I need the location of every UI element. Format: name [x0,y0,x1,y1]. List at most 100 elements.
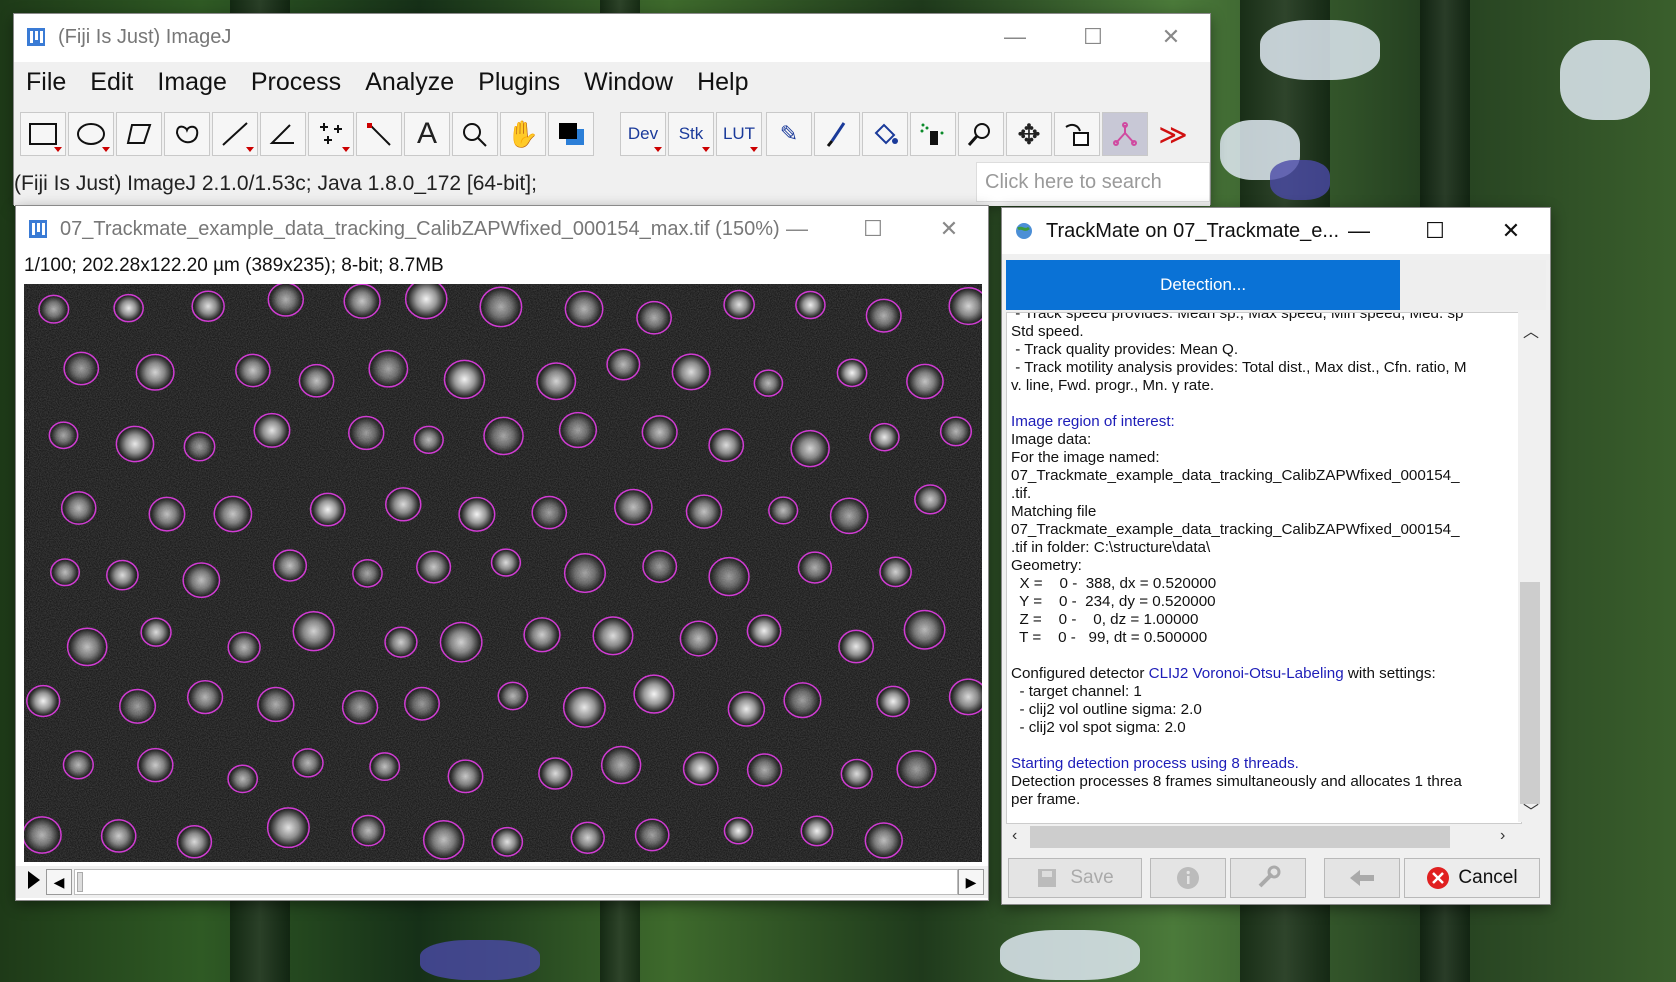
multipoint-tool-icon[interactable] [308,112,354,156]
stack-navigation: ◀ ▶ [16,866,988,898]
scroll-left-icon[interactable]: ◀ [46,869,72,895]
move-tool-icon[interactable]: ✥ [1006,112,1052,156]
detector-name: CLIJ2 Voronoi-Otsu-Labeling [1148,665,1344,682]
nucleus [573,823,603,853]
log-line: T = 0 - 99, dt = 0.500000 [1011,629,1208,646]
close-button[interactable]: ✕ [1132,14,1210,60]
polygon-tool-icon[interactable] [116,112,162,156]
nucleus [832,499,866,533]
nucleus [118,427,152,461]
nucleus [906,611,943,648]
trackmate-titlebar: TrackMate on 07_Trackmate_e... — ☐ ✕ [1002,208,1550,254]
menu-image[interactable]: Image [145,68,238,97]
fiji-icon [27,28,45,46]
log-vertical-scrollbar[interactable]: ︿ ﹀ [1518,312,1542,822]
trackmate-tool-icon[interactable] [1102,112,1148,156]
search-input[interactable] [977,163,1209,201]
close-button[interactable]: ✕ [910,206,988,252]
status-text: (Fiji Is Just) ImageJ 2.1.0/1.53c; Java … [14,172,537,195]
line-tool-icon[interactable] [212,112,258,156]
menu-help[interactable]: Help [685,68,760,97]
spray-can-tool-icon[interactable] [910,112,956,156]
save-icon [1038,869,1057,887]
pencil-tool-icon[interactable]: ✎ [766,112,812,156]
nucleus [270,284,302,316]
menu-file[interactable]: File [14,68,78,97]
scroll-right-icon[interactable]: ▶ [958,869,984,895]
wrench-icon [1258,865,1281,888]
scroll-right-icon[interactable]: › [1500,827,1505,845]
nucleus [942,418,970,445]
nucleus [371,351,406,386]
menu-plugins[interactable]: Plugins [466,68,572,97]
more-tools-icon[interactable]: ≫ [1150,112,1196,156]
rectangle-tool-icon[interactable] [20,112,66,156]
close-button[interactable]: ✕ [1472,208,1550,254]
nucleus [350,417,382,449]
settings-button[interactable] [1230,858,1306,898]
nucleus [899,751,934,787]
color-picker-icon[interactable] [548,112,594,156]
nucleus [839,360,865,386]
log-line: .tif. [1011,485,1032,502]
info-button[interactable] [1150,858,1226,898]
flood-fill-tool-icon[interactable] [862,112,908,156]
image-canvas[interactable] [24,284,982,862]
angle-tool-icon[interactable] [260,112,306,156]
horizontal-scroll-thumb[interactable] [1030,826,1450,848]
switch-tool-icon[interactable] [1054,112,1100,156]
log-line: 07_Trackmate_example_data_tracking_Calib… [1011,521,1460,538]
lut-tool[interactable]: LUT [716,112,762,156]
wand-tool-icon[interactable] [356,112,402,156]
oval-tool-icon[interactable] [68,112,114,156]
log-horizontal-scrollbar[interactable]: ‹ › [1006,824,1518,852]
main-window-title: (Fiji Is Just) ImageJ [58,26,232,48]
stk-tool[interactable]: Stk [668,112,714,156]
freehand-tool-icon[interactable] [164,112,210,156]
frame-slider[interactable] [74,869,958,895]
zoom-search-icon[interactable] [958,112,1004,156]
nucleus [726,291,753,318]
log-panel[interactable]: - Track speed provides: Mean sp., Max sp… [1006,312,1522,824]
scroll-left-icon[interactable]: ‹ [1012,827,1017,845]
search-box[interactable] [976,162,1210,202]
minimize-button[interactable]: — [976,14,1054,60]
magnifier-tool-icon[interactable] [452,112,498,156]
nucleus [418,552,449,582]
menu-analyze[interactable]: Analyze [353,68,466,97]
scroll-up-icon[interactable]: ︿ [1523,318,1539,342]
main-titlebar: (Fiji Is Just) ImageJ — ☐ ✕ [14,14,1210,60]
hand-tool-icon[interactable]: ✋ [500,112,546,156]
menu-window[interactable]: Window [572,68,685,97]
brush-tool-icon[interactable] [814,112,860,156]
play-icon[interactable] [28,871,40,889]
minimize-button[interactable]: — [758,206,836,252]
nucleus [28,686,58,716]
text-tool-icon[interactable]: A [404,112,450,156]
menu-process[interactable]: Process [239,68,353,97]
save-button[interactable]: Save [1008,858,1142,898]
nucleus [65,752,92,778]
minimize-button[interactable]: — [1320,208,1398,254]
scroll-down-icon[interactable]: ﹀ [1523,798,1539,822]
cancel-icon [1427,867,1450,889]
maximize-button[interactable]: ☐ [1396,208,1474,254]
nucleus [711,558,748,595]
back-button[interactable] [1324,858,1400,898]
vertical-scroll-thumb[interactable] [1520,582,1540,804]
cancel-button[interactable]: Cancel [1404,858,1540,898]
dev-tool[interactable]: Dev [620,112,666,156]
log-line: Configured detector CLIJ2 Voronoi-Otsu-L… [1011,665,1436,682]
log-line: Y = 0 - 234, dy = 0.520000 [1011,593,1216,610]
nucleus [387,488,419,520]
maximize-button[interactable]: ☐ [834,206,912,252]
menu-edit[interactable]: Edit [78,68,145,97]
maximize-button[interactable]: ☐ [1054,14,1132,60]
nucleus [416,427,442,453]
nucleus [387,628,415,657]
nucleus [230,766,256,792]
log-line: - Track speed provides: Mean sp., Max sp… [1011,312,1464,322]
nucleus [256,414,288,447]
frame-slider-thumb[interactable] [77,872,83,892]
nucleus [312,494,343,525]
